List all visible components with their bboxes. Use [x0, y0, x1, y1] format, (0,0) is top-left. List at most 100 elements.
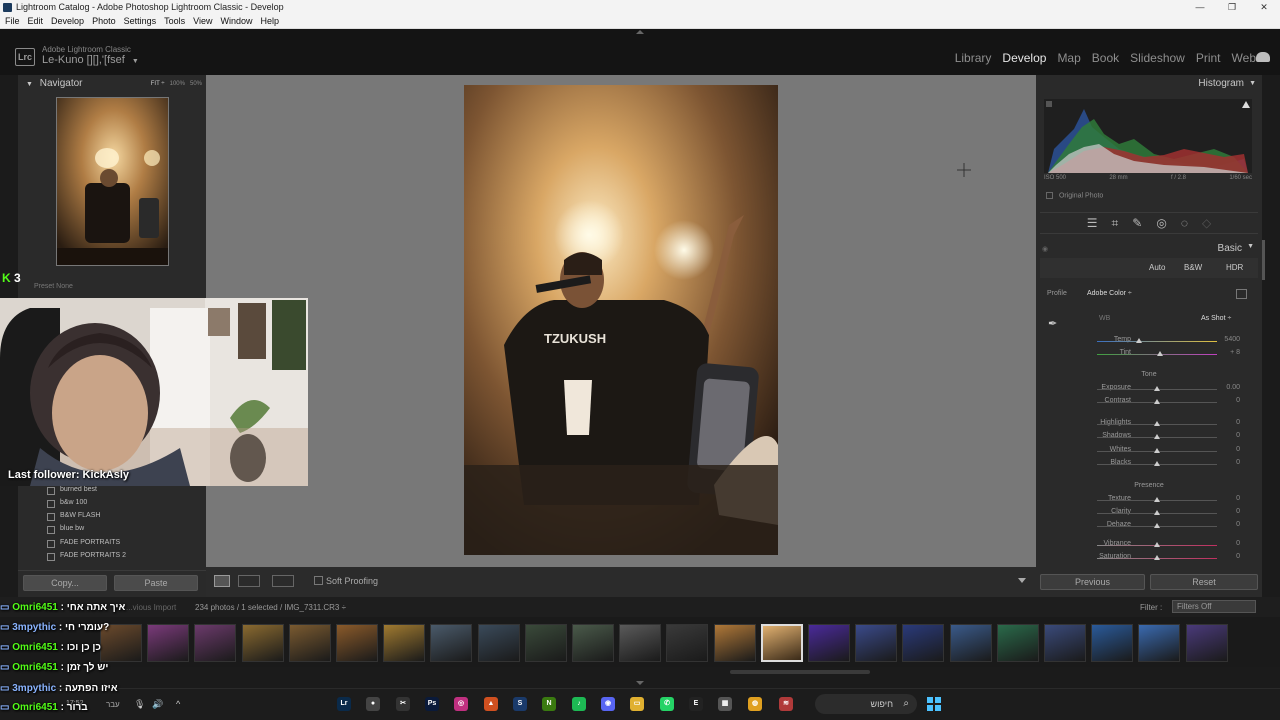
slider-knob[interactable] [1153, 497, 1160, 502]
paste-button[interactable]: Paste [114, 575, 198, 591]
filmstrip-thumb[interactable] [1138, 624, 1180, 662]
slider-value[interactable]: 0 [1200, 419, 1240, 426]
slider-tint[interactable]: Tint + 8 [1040, 349, 1258, 361]
files-icon[interactable]: ▭ [630, 697, 644, 711]
keyboard-language[interactable]: עבר [106, 700, 120, 709]
before-after-icon[interactable] [238, 575, 260, 587]
slider-knob[interactable] [1153, 399, 1160, 404]
module-web[interactable]: Web [1232, 51, 1256, 65]
filmstrip-thumb[interactable] [714, 624, 756, 662]
preset-item[interactable]: FADE PORTRAITS 2 [47, 552, 126, 561]
capcut-icon[interactable]: ✂ [396, 697, 410, 711]
shadow-clipping-icon[interactable] [1046, 101, 1052, 107]
filmstrip-thumb[interactable] [855, 624, 897, 662]
loupe-view-icon[interactable] [214, 575, 230, 587]
filmstrip-thumb[interactable] [1044, 624, 1086, 662]
menu-develop[interactable]: Develop [51, 15, 84, 28]
module-library[interactable]: Library [955, 51, 992, 65]
filmstrip-thumb[interactable] [383, 624, 425, 662]
cloud-sync-icon[interactable] [1256, 52, 1270, 62]
filmstrip-source[interactable]: ...vious Import [126, 603, 176, 612]
menu-photo[interactable]: Photo [92, 15, 116, 28]
histogram-header[interactable]: Histogram ▼ [1036, 75, 1262, 93]
slider-value[interactable]: 0 [1200, 553, 1240, 560]
collapse-bottom-icon[interactable] [636, 681, 644, 685]
zoom-fit[interactable]: FIT ÷ [151, 81, 165, 87]
slider-saturation[interactable]: Saturation 0 [1040, 553, 1258, 565]
navigator-preview[interactable] [56, 97, 169, 266]
module-book[interactable]: Book [1092, 51, 1119, 65]
preset-item[interactable]: burned best [47, 486, 97, 495]
slider-knob[interactable] [1153, 386, 1160, 391]
main-photo[interactable]: TZUKUSH [464, 85, 778, 555]
wb-eyedropper-icon[interactable]: ✒ [1048, 317, 1064, 330]
wb-select[interactable]: As Shot ÷ [1201, 315, 1231, 322]
whatsapp-icon[interactable]: ✆ [660, 697, 674, 711]
menu-tools[interactable]: Tools [164, 15, 185, 28]
slider-knob[interactable] [1153, 434, 1160, 439]
slider-value[interactable]: 0 [1200, 508, 1240, 515]
slider-value[interactable]: 0.00 [1200, 384, 1240, 391]
brave-icon[interactable]: ▲ [484, 697, 498, 711]
instagram-icon[interactable]: ◎ [454, 697, 468, 711]
lightroom-icon[interactable]: Lr [337, 697, 351, 711]
app-icon[interactable]: ≋ [779, 697, 793, 711]
slider-knob[interactable] [1153, 523, 1160, 528]
menu-settings[interactable]: Settings [124, 15, 157, 28]
filmstrip-thumb[interactable] [430, 624, 472, 662]
slider-value[interactable]: 5400 [1200, 336, 1240, 343]
slider-knob[interactable] [1153, 510, 1160, 515]
filmstrip-thumb[interactable] [1186, 624, 1228, 662]
slider-highlights[interactable]: Highlights 0 [1040, 419, 1258, 431]
slider-value[interactable]: 0 [1200, 495, 1240, 502]
slider-value[interactable]: 0 [1200, 432, 1240, 439]
slider-clarity[interactable]: Clarity 0 [1040, 508, 1258, 520]
basic-header[interactable]: Basic ▼ [1040, 243, 1258, 254]
slider-track[interactable] [1097, 341, 1217, 342]
filmstrip-thumb[interactable] [902, 624, 944, 662]
previous-button[interactable]: Previous [1040, 574, 1145, 590]
zoom-50[interactable]: 50% [190, 81, 202, 87]
slider-knob[interactable] [1153, 448, 1160, 453]
filmstrip-thumb[interactable] [808, 624, 850, 662]
taskbar-search[interactable]: ⌕ חיפוש [815, 694, 917, 714]
original-photo-toggle[interactable]: Original Photo [1046, 192, 1103, 199]
histogram-graph[interactable] [1044, 99, 1252, 173]
healing-icon[interactable]: ✎ [1132, 216, 1142, 230]
filmstrip-thumb[interactable] [950, 624, 992, 662]
menu-window[interactable]: Window [221, 15, 253, 28]
masking-icon[interactable]: ◌ [1181, 216, 1188, 230]
slider-vibrance[interactable]: Vibrance 0 [1040, 540, 1258, 552]
obs-icon[interactable]: ● [366, 697, 380, 711]
filter-select[interactable]: Filters Off [1172, 600, 1256, 613]
filmstrip-thumb[interactable] [336, 624, 378, 662]
preset-item[interactable]: blue bw [46, 525, 84, 534]
bw-button[interactable]: B&W [1184, 263, 1202, 272]
slider-blacks[interactable]: Blacks 0 [1040, 459, 1258, 471]
filmstrip-thumb[interactable] [478, 624, 520, 662]
slider-knob[interactable] [1153, 461, 1160, 466]
red-eye-icon[interactable]: ◎ [1156, 216, 1166, 230]
slider-knob[interactable] [1157, 351, 1164, 356]
filmstrip-thumb[interactable] [194, 624, 236, 662]
slider-texture[interactable]: Texture 0 [1040, 495, 1258, 507]
catalog-name[interactable]: Le-Kuno [][],'[fsef ▼ [42, 54, 139, 66]
right-panel-scrollbar[interactable] [1262, 240, 1265, 280]
slider-value[interactable]: 0 [1200, 446, 1240, 453]
slider-knob[interactable] [1153, 421, 1160, 426]
edit-sliders-icon[interactable]: ☰ [1087, 216, 1098, 230]
profile-select[interactable]: Adobe Color ÷ [1087, 290, 1132, 297]
slider-whites[interactable]: Whites 0 [1040, 446, 1258, 458]
steam-icon[interactable]: S [513, 697, 527, 711]
slider-exposure[interactable]: Exposure 0.00 [1040, 384, 1258, 396]
filmstrip-thumb[interactable] [572, 624, 614, 662]
preset-item[interactable]: b&w 100 [46, 499, 87, 508]
slider-value[interactable]: 0 [1200, 521, 1240, 528]
slider-shadows[interactable]: Shadows 0 [1040, 432, 1258, 444]
filmstrip-thumb[interactable] [242, 624, 284, 662]
menu-edit[interactable]: Edit [28, 15, 44, 28]
discord-icon[interactable]: ◉ [601, 697, 615, 711]
toolbar-menu-chevron-icon[interactable] [1018, 578, 1026, 583]
copy-button[interactable]: Copy... [23, 575, 107, 591]
filmstrip-thumb[interactable] [1091, 624, 1133, 662]
